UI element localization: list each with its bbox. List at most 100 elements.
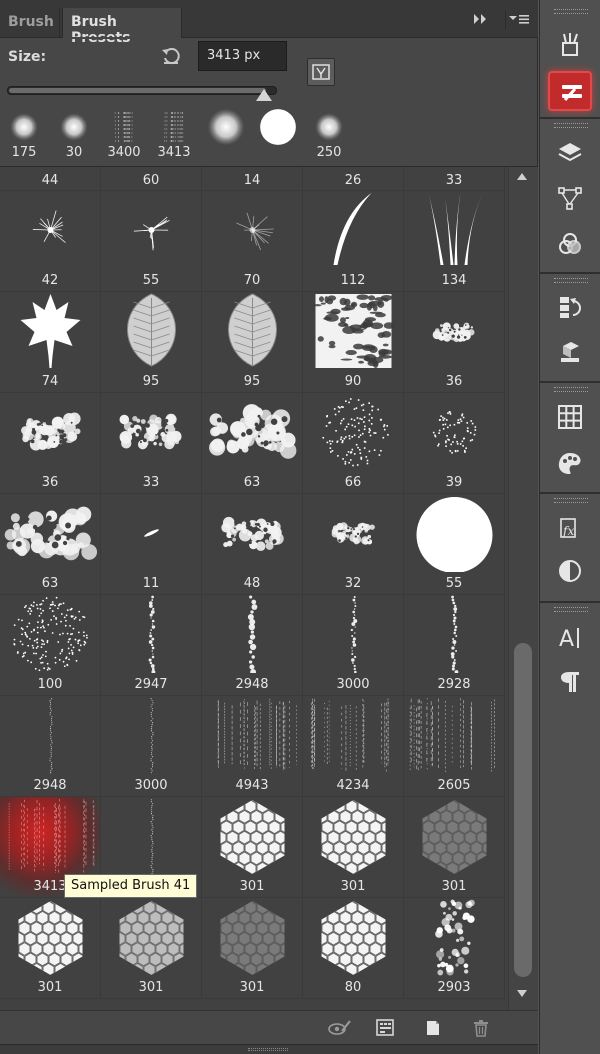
- brush-preset-cell[interactable]: 2948: [202, 595, 303, 696]
- brush-preset-cell[interactable]: 74: [0, 292, 101, 393]
- brush-preset-cell[interactable]: 2605: [404, 696, 505, 797]
- brush-preset-cell[interactable]: 301: [303, 797, 404, 898]
- brush-thumbnail: [13, 596, 88, 672]
- brush-thumbnail: [428, 193, 483, 265]
- tab-brush-presets[interactable]: Brush Presets: [62, 8, 182, 46]
- open-preset-manager-icon[interactable]: [374, 1017, 396, 1039]
- panel-menu-icon[interactable]: [505, 11, 531, 29]
- brush-preset-cell[interactable]: 36: [0, 393, 101, 494]
- delete-brush-icon[interactable]: [470, 1017, 492, 1039]
- brush-thumbnail: [49, 698, 53, 774]
- brush-size-label: 4234: [336, 778, 370, 793]
- vertical-scrollbar[interactable]: [508, 167, 538, 1010]
- brush-size-label: 2947: [134, 677, 168, 692]
- brush-preset-cell[interactable]: 70: [202, 191, 303, 292]
- brush-preset-cell[interactable]: 3000: [101, 696, 202, 797]
- brush-preset-cell[interactable]: 301: [202, 898, 303, 999]
- brush-tip-icon[interactable]: [307, 58, 335, 86]
- channels-icon[interactable]: [548, 224, 592, 264]
- brush-preset-cell[interactable]: 3000: [303, 595, 404, 696]
- size-slider-thumb[interactable]: [256, 89, 272, 101]
- brush-preset-cell[interactable]: 134: [404, 191, 505, 292]
- brush-preset-cell[interactable]: 301: [0, 898, 101, 999]
- brush-preset-cell[interactable]: 66: [303, 393, 404, 494]
- brush-preset-cell[interactable]: 301: [202, 797, 303, 898]
- layers-icon[interactable]: [548, 133, 592, 173]
- brush-preset-cell[interactable]: 55: [101, 191, 202, 292]
- paragraph-icon[interactable]: [548, 661, 592, 701]
- brush-preset-cell[interactable]: 2928: [404, 595, 505, 696]
- scroll-thumb[interactable]: [514, 643, 532, 977]
- create-new-brush-icon[interactable]: [422, 1017, 444, 1039]
- dock-divider: [540, 492, 600, 494]
- recent-brush-3[interactable]: 3400: [100, 108, 148, 164]
- brush-preset-cell[interactable]: 100: [0, 595, 101, 696]
- brush-preset-cell[interactable]: 4234: [303, 696, 404, 797]
- brush-presets-panel: Brush Brush Presets Size: 3413 px 175 30 3…: [0, 0, 538, 1054]
- scroll-up-icon[interactable]: [517, 173, 527, 180]
- brush-size-label: 95: [142, 374, 160, 389]
- recent-brush-7[interactable]: 250: [305, 108, 353, 164]
- brush-thumbnail: [144, 529, 159, 537]
- brush-preset-cell[interactable]: 4943: [202, 696, 303, 797]
- swatches-icon[interactable]: [548, 397, 592, 437]
- brush-preset-cell[interactable]: 301: [404, 797, 505, 898]
- paths-icon[interactable]: [548, 178, 592, 218]
- brush-preset-cell[interactable]: 90: [303, 292, 404, 393]
- brush-preset-cell[interactable]: 60: [101, 167, 202, 191]
- brush-preset-cell[interactable]: 63: [0, 494, 101, 595]
- size-input[interactable]: 3413 px: [198, 41, 287, 71]
- history-icon[interactable]: [548, 287, 592, 327]
- double-chevron-right-icon[interactable]: [470, 12, 490, 28]
- brush-preset-cell[interactable]: 95: [202, 292, 303, 393]
- dock-grip[interactable]: [554, 387, 588, 392]
- brush-preset-cell[interactable]: 2947: [101, 595, 202, 696]
- brush-preset-cell[interactable]: 33: [404, 167, 505, 191]
- dock-grip[interactable]: [554, 607, 588, 612]
- tab-brush[interactable]: Brush: [0, 8, 60, 38]
- brush-preset-cell[interactable]: 301: [101, 898, 202, 999]
- brush-preset-cell[interactable]: 42: [0, 191, 101, 292]
- brush-preset-cell[interactable]: 80: [303, 898, 404, 999]
- properties-icon[interactable]: [548, 331, 592, 371]
- dock-grip[interactable]: [554, 9, 588, 14]
- recent-brush-4[interactable]: 3413: [150, 108, 198, 164]
- brush-preset-cell[interactable]: 63: [202, 393, 303, 494]
- brush-preset-cell[interactable]: 11: [101, 494, 202, 595]
- brush-presets-icon[interactable]: [548, 71, 592, 111]
- recent-brush-2[interactable]: 30: [50, 108, 98, 164]
- brush-preset-cell[interactable]: 39: [404, 393, 505, 494]
- brush-preset-cell[interactable]: 2903: [404, 898, 505, 999]
- character-icon[interactable]: A: [548, 617, 592, 657]
- styles-icon[interactable]: fx: [548, 508, 592, 548]
- color-icon[interactable]: [548, 443, 592, 483]
- recent-brush-5[interactable]: [202, 108, 250, 164]
- brush-thumbnail: [20, 294, 81, 368]
- brush-preset-cell[interactable]: 44: [0, 167, 101, 191]
- brush-preset-cell[interactable]: 14: [202, 167, 303, 191]
- brush-preset-cell[interactable]: 33: [101, 393, 202, 494]
- adjustments-icon[interactable]: [548, 551, 592, 591]
- brush-preset-cell[interactable]: 2948: [0, 696, 101, 797]
- brushes-icon[interactable]: [548, 24, 592, 64]
- brush-size-label: 63: [243, 475, 261, 490]
- brush-preset-cell[interactable]: 55: [404, 494, 505, 595]
- brush-preset-cell[interactable]: 36: [404, 292, 505, 393]
- panel-resize-handle[interactable]: [0, 1044, 538, 1054]
- brush-preset-cell[interactable]: 112: [303, 191, 404, 292]
- recent-brush-1[interactable]: 175: [0, 108, 48, 164]
- size-slider[interactable]: [7, 86, 277, 95]
- toggle-brush-panel-icon[interactable]: [328, 1017, 351, 1039]
- brush-preset-cell[interactable]: 26: [303, 167, 404, 191]
- dock-grip[interactable]: [554, 278, 588, 283]
- brush-preset-cell[interactable]: 32: [303, 494, 404, 595]
- scroll-down-icon[interactable]: [517, 990, 527, 997]
- dock-grip[interactable]: [554, 498, 588, 503]
- reset-size-icon[interactable]: [160, 45, 182, 67]
- brush-thumbnail: [32, 210, 66, 243]
- brush-preset-cell[interactable]: 48: [202, 494, 303, 595]
- recent-brush-6[interactable]: [254, 108, 302, 164]
- brush-preset-cell[interactable]: 95: [101, 292, 202, 393]
- brush-size-label: 301: [239, 879, 265, 894]
- dock-grip[interactable]: [554, 123, 588, 128]
